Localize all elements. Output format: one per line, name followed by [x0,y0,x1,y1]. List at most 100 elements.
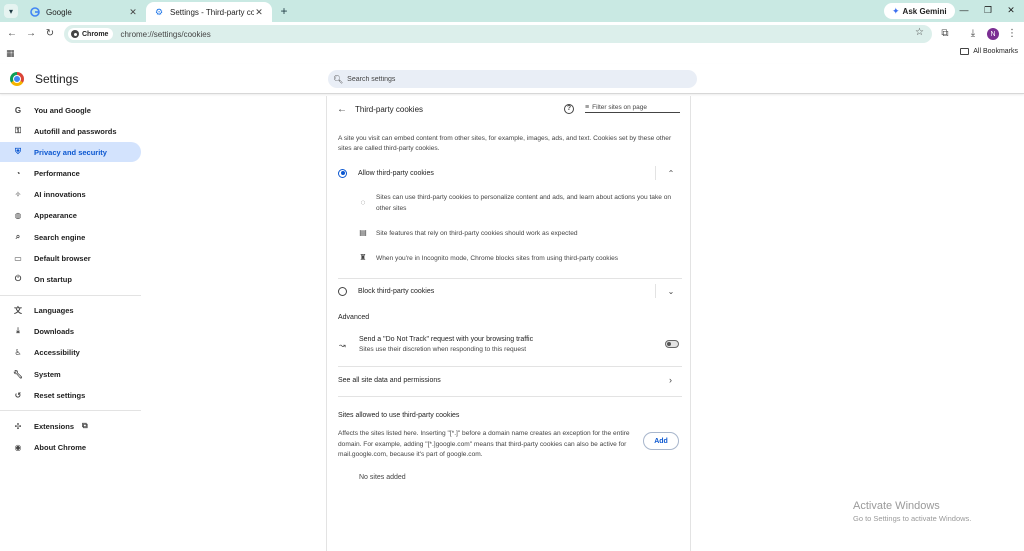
shield-icon: ⛨ [15,147,21,156]
sidebar-item-label: Accessibility [34,347,80,357]
allow-third-party-option[interactable]: Allow third-party cookies ⌃ [327,162,692,184]
allowed-sites-description: Affects the sites listed here. Inserting… [338,430,630,458]
tab-title: Google [46,7,72,17]
bookmarks-bar: ▦ All Bookmarks [0,45,1024,61]
block-third-party-option[interactable]: Block third-party cookies ⌄ [327,280,692,302]
google-g-icon: G [14,105,22,115]
sidebar-item-performance[interactable]: ◔ Performance [0,163,141,183]
activate-windows-watermark: Activate Windows [853,500,940,512]
ask-gemini-button[interactable]: ✦ Ask Gemini [884,3,955,19]
all-bookmarks-button[interactable]: All Bookmarks [960,48,1018,55]
dnt-subtitle: Sites use their discretion when respondi… [359,346,527,353]
allow-label: Allow third-party cookies [358,169,434,177]
filter-icon: ≡ [585,104,590,111]
forward-arrow-icon[interactable]: → [24,27,38,41]
sidebar-item-label: Performance [34,168,80,178]
back-arrow-icon[interactable]: ← [5,27,19,41]
sidebar-item-autofill[interactable]: ⚿ Autofill and passwords [0,121,141,141]
add-site-button[interactable]: Add [643,432,679,450]
sidebar-item-languages[interactable]: 文 Languages [0,300,141,320]
restore-icon[interactable]: ❐ [981,5,995,16]
allow-detail-text: Site features that rely on third-party c… [376,230,578,237]
url-text[interactable]: chrome://settings/cookies [120,30,210,39]
sidebar-item-system[interactable]: 🔧︎ System [0,364,141,384]
filter-sites-field[interactable]: ≡ [585,104,680,113]
close-tab-icon[interactable]: ✕ [128,7,138,18]
sidebar-item-ai-innovations[interactable]: ✧ AI innovations [0,184,141,204]
sidebar-item-you-and-google[interactable]: G You and Google [0,100,141,120]
more-menu-icon[interactable]: ⋮ [1005,28,1019,39]
close-window-icon[interactable]: ✕ [1004,5,1018,16]
tab-search-icon[interactable]: ▾ [4,4,18,18]
sidebar-item-label: Languages [34,305,74,315]
divider [338,366,682,367]
close-tab-icon[interactable]: ✕ [254,7,264,18]
sidebar-item-privacy[interactable]: ⛨ Privacy and security [0,142,141,162]
sidebar-item-label: Autofill and passwords [34,126,117,136]
advanced-heading: Advanced [338,314,370,321]
tab-strip: ▾ Google ✕ ⚙ Settings - Third-party cook… [0,0,1024,22]
minimize-icon[interactable]: — [957,5,971,15]
sidebar-item-extensions[interactable]: ✣ Extensions ⧉ [0,416,141,436]
chevron-up-icon[interactable]: ⌃ [666,169,676,178]
web-page-icon: ▤ [359,228,367,237]
puzzle-icon: ✣ [14,421,22,431]
accessibility-icon: ♿︎ [14,347,22,357]
incognito-icon: ♜ [359,253,367,262]
sidebar-item-reset-settings[interactable]: ↺ Reset settings [0,385,141,405]
tab-google[interactable]: Google ✕ [22,2,146,22]
extensions-puzzle-icon[interactable]: ⧉ [938,28,952,39]
tab-settings[interactable]: ⚙ Settings - Third-party cookies ✕ [146,2,272,22]
sidebar-item-on-startup[interactable]: ⏻ On startup [0,269,141,289]
sidebar-item-appearance[interactable]: ◍ Appearance [0,205,141,225]
gear-favicon-icon: ⚙ [154,6,164,17]
do-not-track-toggle[interactable] [665,340,679,348]
new-tab-icon[interactable]: + [277,4,291,18]
search-settings-box[interactable]: 🔍︎ [328,70,697,88]
back-arrow-icon[interactable]: ← [337,104,347,115]
profile-avatar[interactable]: N [987,28,999,40]
sidebar-item-label: System [34,369,61,379]
wrench-icon: 🔧︎ [12,369,24,379]
cookies-description: A site you visit can embed content from … [338,135,672,152]
activate-windows-subtext: Go to Settings to activate Windows. [853,514,972,523]
sidebar-item-label: Downloads [34,326,75,336]
filter-input[interactable] [592,104,673,111]
block-label: Block third-party cookies [358,287,435,295]
cookie-icon: ◌ [360,198,366,207]
allow-radio[interactable] [338,168,347,178]
help-icon[interactable]: ? [564,104,574,114]
chrome-logo-icon [10,72,24,86]
search-icon: 🔍︎ [333,74,344,84]
sidebar-item-label: On startup [34,274,72,284]
no-sites-text: No sites added [359,474,406,481]
dnt-title: Send a "Do Not Track" request with your … [359,336,534,343]
see-all-site-data-link[interactable]: See all site data and permissions › [327,372,692,390]
sidebar-divider [0,410,141,411]
chevron-down-icon[interactable]: ⌄ [666,287,676,296]
sidebar-item-label: Privacy and security [34,147,107,157]
chrome-logo-icon [71,30,79,38]
see-all-label: See all site data and permissions [338,377,441,384]
sidebar-item-downloads[interactable]: ⤓ Downloads [0,321,141,341]
search-input[interactable] [347,75,668,83]
apps-grid-icon[interactable]: ▦ [6,48,15,59]
sidebar-item-label: About Chrome [34,442,87,452]
bookmark-star-icon[interactable]: ☆ [915,27,924,38]
translate-icon: 文 [14,305,22,315]
chrome-chip[interactable]: Chrome [68,28,114,40]
gemini-sparkle-icon: ✦ [892,5,900,16]
sidebar-item-default-browser[interactable]: ▭ Default browser [0,248,141,268]
download-icon[interactable]: ⤓ [966,28,980,39]
tab-title: Settings - Third-party cookies [170,7,254,17]
sidebar-item-about-chrome[interactable]: ◉ About Chrome [0,437,141,457]
address-bar[interactable]: Chrome chrome://settings/cookies ☆ [64,25,932,43]
sidebar-item-accessibility[interactable]: ♿︎ Accessibility [0,342,141,362]
reload-icon[interactable]: ↻ [43,27,57,41]
block-radio[interactable] [338,286,347,296]
sidebar-item-label: Reset settings [34,390,86,400]
browser-window-icon: ▭ [14,253,22,263]
browser-toolbar: ← → ↻ Chrome chrome://settings/cookies ☆… [0,22,1024,45]
sidebar-item-search-engine[interactable]: ⌕ Search engine [0,227,141,247]
sidebar-item-label: Default browser [34,253,91,263]
